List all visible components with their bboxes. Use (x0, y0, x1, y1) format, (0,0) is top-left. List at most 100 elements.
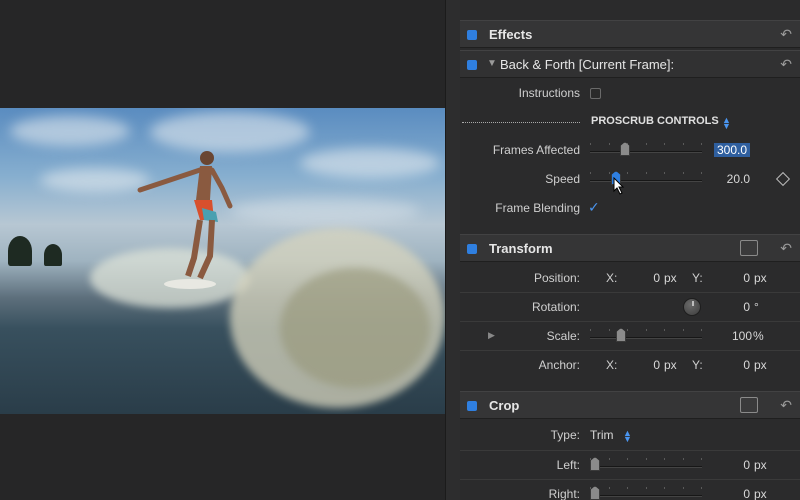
slider-tick (590, 458, 591, 460)
slider-tick (645, 172, 647, 174)
transform-title: Transform (489, 241, 553, 256)
position-row: Position: X: 0 px Y: 0 px (460, 264, 800, 293)
position-label: Position: (533, 271, 580, 285)
slider-tick (627, 458, 628, 460)
crop-header[interactable]: Crop ↶ (460, 391, 800, 419)
crop-right-value[interactable]: 0 (743, 487, 750, 500)
anchor-y-value[interactable]: 0 (743, 358, 750, 372)
slider-tick (682, 458, 684, 460)
filter-title: Back & Forth [Current Frame]: (500, 57, 675, 72)
slider-tick (701, 487, 702, 489)
transform-onscreen-icon[interactable] (740, 240, 758, 256)
slider-ticks (590, 329, 702, 333)
frames-affected-label: Frames Affected (492, 143, 580, 157)
reset-arrow-icon[interactable]: ↶ (780, 56, 792, 73)
rotation-value[interactable]: 0 (743, 300, 750, 314)
keyframe-diamond-icon[interactable] (775, 171, 791, 187)
scale-value[interactable]: 100 (732, 329, 752, 343)
effects-header[interactable]: Effects ↶ (460, 20, 800, 48)
anchor-y-unit: px (754, 358, 767, 372)
slider-tick (608, 172, 610, 174)
position-y-label: Y: (692, 271, 703, 285)
slider-tick (682, 487, 684, 489)
mouse-pointer-icon (613, 177, 625, 195)
crop-left-unit: px (754, 458, 767, 472)
slider-tick (608, 458, 610, 460)
divider-line (462, 122, 580, 123)
inspector-panel: Effects ↶ ▼ Back & Forth [Current Frame]… (460, 0, 800, 500)
transform-header[interactable]: Transform ↶ (460, 234, 800, 262)
scale-slider[interactable] (590, 337, 702, 339)
instructions-checkbox[interactable] (590, 88, 601, 99)
crop-left-slider[interactable] (590, 466, 702, 468)
slider-ticks (590, 487, 702, 491)
video-frame (0, 108, 445, 414)
crop-left-label: Left: (556, 458, 580, 472)
slider-tick (645, 487, 647, 489)
panel-divider[interactable] (445, 0, 460, 500)
reset-arrow-icon[interactable]: ↶ (780, 397, 792, 414)
filter-enable-checkbox[interactable] (467, 60, 477, 70)
speed-label: Speed (545, 172, 580, 186)
slider-tick (645, 458, 647, 460)
crop-right-unit: px (754, 487, 767, 500)
slider-tick (664, 329, 665, 331)
frames-affected-slider[interactable] (590, 151, 702, 153)
rotation-dial[interactable] (683, 298, 701, 316)
slider-ticks (590, 143, 702, 147)
slider-tick (664, 172, 665, 174)
reset-arrow-icon[interactable]: ↶ (780, 26, 792, 43)
slider-tick (664, 458, 665, 460)
slider-tick (645, 329, 647, 331)
chevron-updown-icon[interactable]: ▲ ▼ (623, 429, 632, 444)
slider-tick (590, 329, 591, 331)
disclosure-triangle-icon[interactable]: ▶ (488, 330, 495, 341)
chevron-updown-icon[interactable]: ▲ ▼ (722, 116, 731, 131)
slider-tick (590, 143, 591, 145)
frame-blending-label: Frame Blending (495, 201, 580, 215)
crop-enable-checkbox[interactable] (467, 401, 477, 411)
slider-tick (608, 487, 610, 489)
anchor-x-value[interactable]: 0 (653, 358, 660, 372)
crop-title: Crop (489, 398, 520, 413)
crop-type-popup[interactable]: Trim (590, 428, 614, 442)
slider-tick (608, 329, 610, 331)
crop-onscreen-icon[interactable] (740, 397, 758, 413)
crop-type-label: Type: (550, 428, 580, 442)
crop-left-value[interactable]: 0 (743, 458, 750, 472)
proscrub-row: PROSCRUB CONTROLS ▲ ▼ (460, 108, 800, 137)
slider-tick (664, 143, 665, 145)
slider-tick (627, 329, 628, 331)
viewer (0, 0, 445, 500)
rotation-label: Rotation: (531, 300, 580, 314)
speed-slider[interactable] (590, 180, 702, 182)
reset-arrow-icon[interactable]: ↶ (780, 240, 792, 257)
slider-tick (627, 487, 628, 489)
transform-enable-checkbox[interactable] (467, 244, 477, 254)
slider-tick (682, 329, 684, 331)
slider-tick (682, 143, 684, 145)
position-x-label: X: (606, 271, 618, 285)
crop-right-slider[interactable] (590, 495, 702, 497)
effects-title: Effects (489, 27, 533, 42)
filter-header[interactable]: ▼ Back & Forth [Current Frame]: ↶ (460, 50, 800, 78)
frame-blending-checkbox[interactable]: ✓ (588, 200, 600, 214)
speed-value[interactable]: 20.0 (727, 172, 750, 186)
proscrub-controls-popup[interactable]: PROSCRUB CONTROLS (591, 115, 719, 127)
frames-affected-value[interactable]: 300.0 (713, 143, 750, 157)
frame-blending-row: Frame Blending ✓ (460, 194, 800, 223)
slider-ticks (590, 458, 702, 462)
position-x-value[interactable]: 0 (653, 271, 660, 285)
disclosure-triangle-icon[interactable]: ▼ (487, 58, 497, 69)
slider-tick (664, 487, 665, 489)
slider-tick (701, 329, 702, 331)
position-y-unit: px (754, 271, 767, 285)
crop-type-row: Type: Trim ▲ ▼ (460, 421, 800, 450)
crop-right-label: Right: (548, 487, 580, 500)
scale-label: Scale: (546, 329, 580, 343)
position-y-value[interactable]: 0 (743, 271, 750, 285)
effects-enable-checkbox[interactable] (467, 30, 477, 40)
surfer-figure (137, 151, 233, 289)
crop-left-row: Left: 0 px (460, 450, 800, 479)
anchor-row: Anchor: X: 0 px Y: 0 px (460, 350, 800, 379)
